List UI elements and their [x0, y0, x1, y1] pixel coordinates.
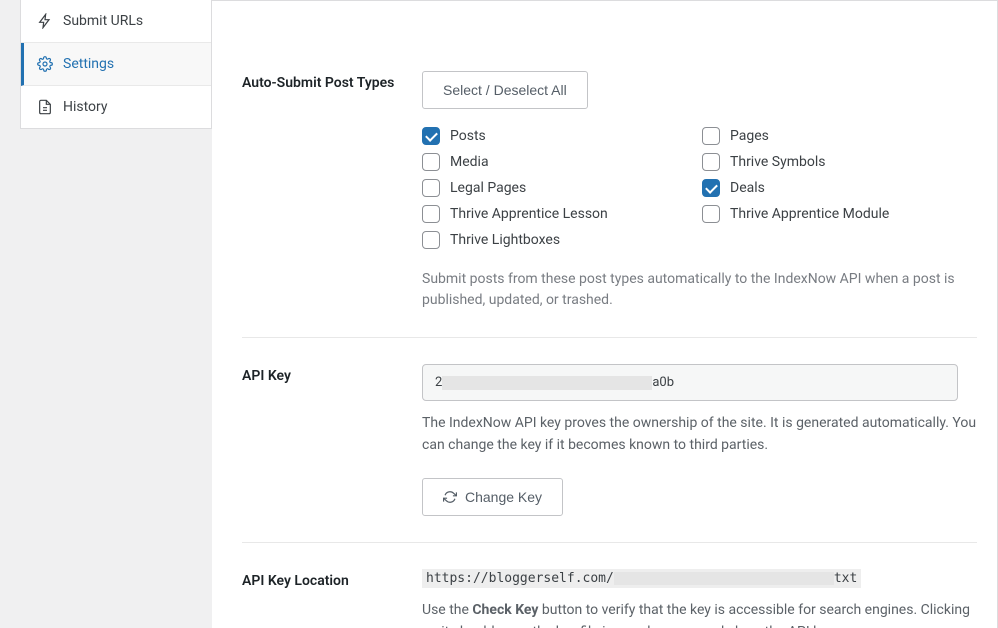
checkbox-box [702, 179, 720, 197]
help-text: Use the Check Key button to verify that … [422, 600, 977, 628]
checkbox-label: Thrive Symbols [730, 154, 826, 170]
checkbox-label: Thrive Lightboxes [450, 232, 560, 248]
bolt-icon [37, 13, 53, 29]
checkbox-thrive-apprentice-lesson[interactable]: Thrive Apprentice Lesson [422, 205, 662, 223]
url-suffix: txt [834, 571, 857, 586]
change-key-button[interactable]: Change Key [422, 478, 563, 516]
checkbox-label: Legal Pages [450, 180, 526, 196]
sidebar-item-history[interactable]: History [21, 86, 211, 128]
sidebar-item-submit-urls[interactable]: Submit URLs [21, 0, 211, 43]
checkbox-pages[interactable]: Pages [702, 127, 942, 145]
checkbox-box [422, 153, 440, 171]
checkbox-media[interactable]: Media [422, 153, 662, 171]
checkbox-thrive-lightboxes[interactable]: Thrive Lightboxes [422, 231, 662, 249]
checkbox-deals[interactable]: Deals [702, 179, 942, 197]
checkbox-box [702, 205, 720, 223]
section-label: Auto-Submit Post Types [242, 71, 422, 311]
sidebar-item-label: Submit URLs [63, 13, 143, 29]
checkbox-box [422, 231, 440, 249]
checkbox-column-2: Pages Thrive Symbols Deals Thrive Appren… [702, 127, 942, 249]
api-key-suffix: a0b [652, 375, 674, 390]
url-prefix: https://bloggerself.com/ [426, 571, 614, 586]
button-label: Select / Deselect All [443, 82, 567, 98]
checkbox-thrive-symbols[interactable]: Thrive Symbols [702, 153, 942, 171]
gear-icon [37, 56, 53, 72]
checkbox-box [702, 127, 720, 145]
help-text: Submit posts from these post types autom… [422, 269, 977, 311]
checkbox-box [422, 179, 440, 197]
api-key-field[interactable]: 2 a0b [422, 364, 958, 401]
checkbox-label: Deals [730, 180, 765, 196]
button-label: Change Key [465, 489, 542, 505]
api-key-prefix: 2 [435, 375, 442, 390]
checkbox-legal-pages[interactable]: Legal Pages [422, 179, 662, 197]
checkbox-box [422, 127, 440, 145]
refresh-icon [443, 490, 457, 504]
section-api-key-location: API Key Location https://bloggerself.com… [242, 542, 977, 628]
document-icon [37, 99, 53, 115]
checkbox-label: Pages [730, 128, 769, 144]
bold-label: Check Key [472, 602, 538, 618]
select-deselect-all-button[interactable]: Select / Deselect All [422, 71, 588, 109]
checkbox-grid: Posts Media Legal Pages Thrive Apprentic… [422, 127, 977, 249]
help-text: The IndexNow API key proves the ownershi… [422, 413, 977, 456]
checkbox-box [422, 205, 440, 223]
section-label: API Key Location [242, 569, 422, 628]
content-area: Auto-Submit Post Types Select / Deselect… [212, 0, 998, 628]
checkbox-label: Media [450, 154, 489, 170]
api-key-url: https://bloggerself.com/txt [422, 569, 861, 588]
sidebar-item-label: History [63, 99, 108, 115]
section-label: API Key [242, 364, 422, 516]
redacted-segment [614, 572, 834, 585]
section-api-key: API Key 2 a0b The IndexNow API key proves… [242, 337, 977, 542]
section-post-types: Auto-Submit Post Types Select / Deselect… [242, 1, 977, 337]
checkbox-column-1: Posts Media Legal Pages Thrive Apprentic… [422, 127, 662, 249]
redacted-segment [442, 376, 652, 390]
checkbox-label: Thrive Apprentice Module [730, 206, 889, 222]
checkbox-box [702, 153, 720, 171]
sidebar: Submit URLs Settings History [20, 0, 212, 129]
checkbox-label: Thrive Apprentice Lesson [450, 206, 608, 222]
checkbox-label: Posts [450, 128, 486, 144]
checkbox-posts[interactable]: Posts [422, 127, 662, 145]
sidebar-item-settings[interactable]: Settings [21, 43, 211, 86]
checkbox-thrive-apprentice-module[interactable]: Thrive Apprentice Module [702, 205, 942, 223]
sidebar-item-label: Settings [63, 56, 114, 72]
